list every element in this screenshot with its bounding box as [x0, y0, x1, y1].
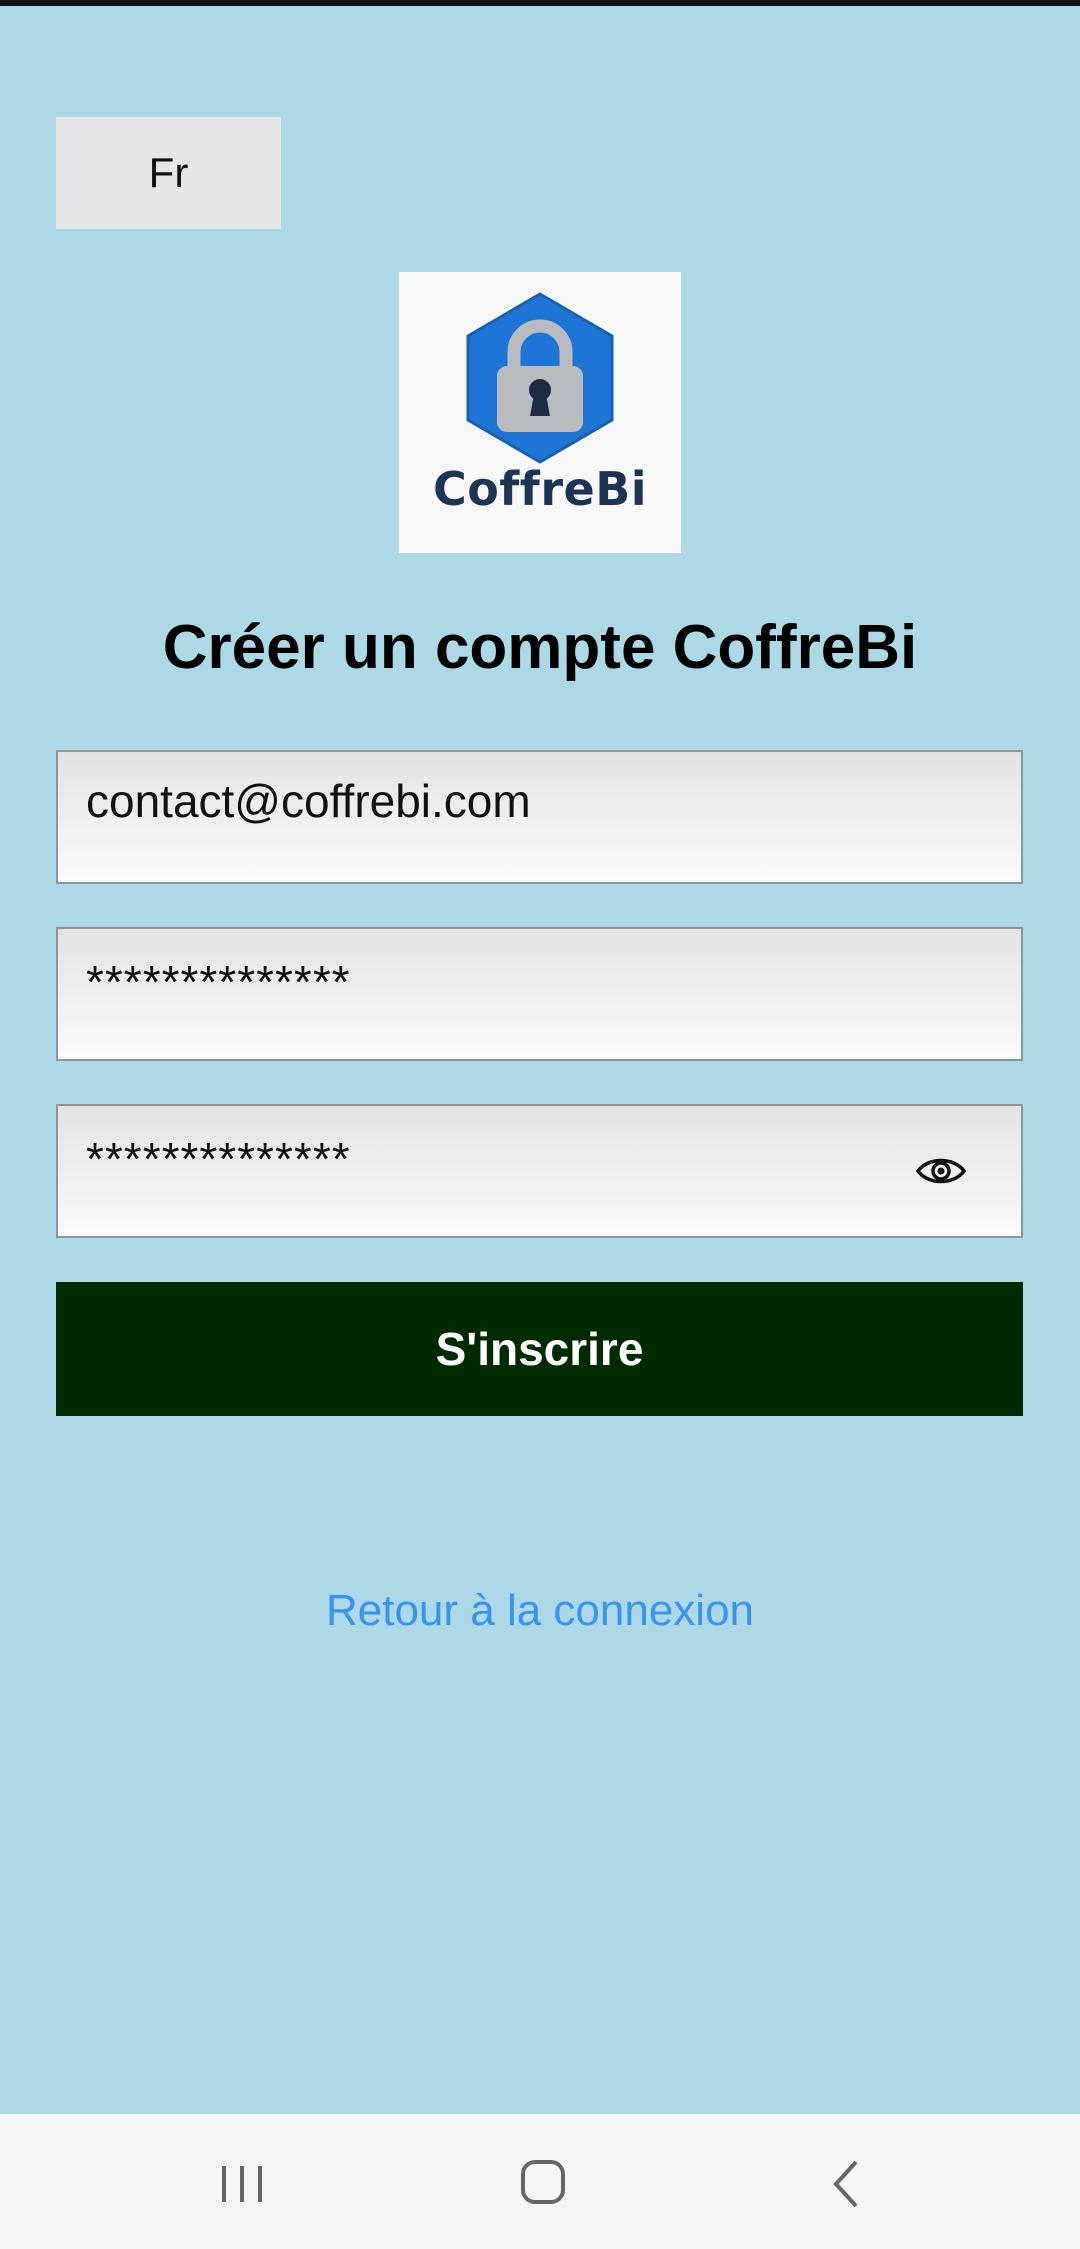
navigation-bar — [0, 2114, 1080, 2249]
logo-text: CoffreBi — [432, 462, 648, 516]
email-field[interactable]: contact@coffrebi.com — [56, 750, 1023, 884]
status-bar — [0, 0, 1080, 6]
recent-apps-icon[interactable] — [202, 2148, 282, 2218]
back-to-login-link[interactable]: Retour à la connexion — [0, 1586, 1080, 1636]
password-value: ************** — [86, 956, 351, 1008]
password-field[interactable]: ************** — [56, 927, 1023, 1061]
back-icon[interactable] — [806, 2148, 886, 2218]
eye-icon[interactable] — [916, 1154, 966, 1188]
confirm-password-value: ************** — [86, 1133, 351, 1185]
confirm-password-field[interactable]: ************** — [56, 1104, 1023, 1238]
email-value: contact@coffrebi.com — [86, 775, 531, 827]
language-label: Fr — [148, 149, 189, 196]
signup-button[interactable]: S'inscrire — [56, 1282, 1023, 1416]
home-icon[interactable] — [503, 2148, 583, 2218]
signup-label: S'inscrire — [435, 1323, 644, 1375]
page-title: Créer un compte CoffreBi — [162, 613, 918, 682]
language-button[interactable]: Fr — [56, 117, 281, 229]
app-logo: CoffreBi — [399, 272, 681, 553]
padlock-hexagon-icon — [466, 292, 614, 464]
